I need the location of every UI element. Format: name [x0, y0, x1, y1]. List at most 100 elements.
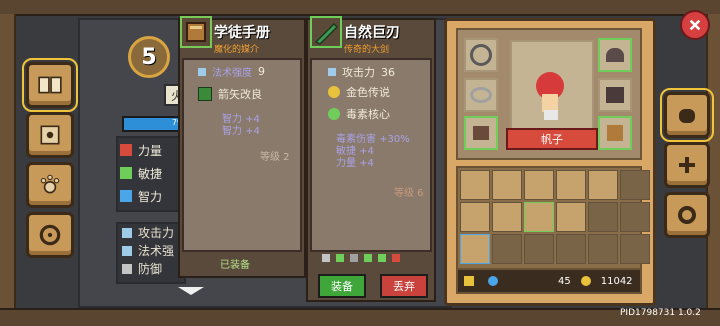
close-button[interactable]	[680, 10, 710, 40]
side-tab-crafting[interactable]	[664, 142, 710, 188]
substat-label: 防御	[138, 262, 163, 276]
inventory-slot[interactable]	[588, 202, 618, 232]
sword-icon	[328, 68, 336, 76]
close-icon	[689, 19, 701, 31]
manual-book-icon	[186, 22, 206, 42]
stat-row-intelligence: 智力	[120, 186, 182, 206]
stat-label: 力量	[138, 143, 163, 158]
item-icon-frame	[180, 16, 212, 48]
skill-label: 毒素核心	[346, 108, 390, 121]
feather-icon	[120, 167, 132, 179]
nav-tab-skills[interactable]	[26, 112, 74, 158]
nav-tab-vehicle[interactable]	[26, 212, 74, 258]
discard-button[interactable]: 丢弃	[380, 274, 428, 298]
wand-icon	[122, 245, 132, 256]
sword-icon	[122, 227, 132, 238]
bottom-frame	[0, 308, 720, 326]
upgrade-icon[interactable]	[336, 254, 344, 262]
armor-icon	[606, 87, 624, 103]
side-tab-helmet[interactable]	[660, 88, 714, 142]
necklace-icon	[470, 44, 492, 66]
inventory-slot[interactable]	[524, 170, 554, 200]
action-icons-row	[322, 254, 420, 264]
slot-helmet[interactable]	[598, 38, 632, 72]
wand-icon	[198, 67, 206, 76]
book-small-icon	[607, 125, 623, 141]
shield-small-icon[interactable]	[350, 254, 358, 262]
inventory-slots	[460, 170, 650, 264]
character-name-plate: 帆子	[506, 128, 598, 150]
coin-icon	[580, 276, 591, 286]
main-attr-value: 9	[258, 65, 265, 78]
boots-icon	[473, 126, 489, 140]
fist-icon	[120, 144, 132, 156]
steering-wheel-icon	[39, 224, 61, 246]
inventory-slot[interactable]	[556, 202, 586, 232]
item-card-nature-blade: 自然巨刃 传奇的大剑 攻击力 36 金色传说 毒素核心 毒素伤害 +30% 敏捷…	[306, 16, 436, 302]
inventory-slot[interactable]	[460, 234, 490, 264]
inventory-slot[interactable]	[556, 170, 586, 200]
nav-tab-book[interactable]	[22, 58, 78, 112]
hero-sprite-icon	[536, 72, 564, 120]
green-blade-icon	[314, 22, 339, 45]
skill-label: 箭矢改良	[218, 88, 262, 101]
sword-small-icon[interactable]	[322, 254, 330, 262]
main-attr-label: 法术强度	[212, 68, 252, 79]
chevron-up-icon[interactable]	[364, 254, 372, 262]
side-tab-settings[interactable]	[664, 192, 710, 238]
ring-icon	[470, 87, 492, 103]
skill-row: 金色传说	[328, 84, 390, 100]
shield-icon	[122, 263, 132, 274]
inventory-slot[interactable]	[556, 234, 586, 264]
main-attr-row: 攻击力 36	[328, 64, 395, 80]
hammer-icon	[679, 157, 695, 173]
slot-necklace[interactable]	[464, 38, 498, 72]
top-frame	[0, 0, 720, 16]
helmet-icon	[606, 48, 624, 62]
inventory-slot[interactable]	[460, 202, 490, 232]
inventory-slot[interactable]	[620, 170, 650, 200]
slot-armor[interactable]	[598, 78, 632, 112]
slot-boots[interactable]	[464, 116, 498, 150]
substat-row-defense: 防御	[122, 260, 162, 277]
inventory-slot[interactable]	[588, 234, 618, 264]
main-attr-value: 36	[381, 65, 395, 79]
inventory-slot[interactable]	[620, 202, 650, 232]
inventory-slot[interactable]	[524, 234, 554, 264]
stat-label: 智力	[138, 189, 163, 204]
main-attr-label: 攻击力	[342, 66, 375, 79]
bonus-line: 智力 +4	[222, 126, 260, 137]
slot-ring[interactable]	[464, 78, 498, 112]
substat-row-attack: 攻击力	[122, 224, 174, 241]
inventory-slot[interactable]	[492, 170, 522, 200]
level-label: 等级 6	[394, 188, 424, 199]
nav-tab-pets[interactable]	[26, 162, 74, 208]
slot-offhand[interactable]	[598, 116, 632, 150]
gear-icon	[678, 206, 696, 224]
equipped-label: 已装备	[220, 260, 250, 271]
inventory-slot[interactable]	[620, 234, 650, 264]
inventory-slot[interactable]	[588, 170, 618, 200]
item-icon-frame	[310, 16, 342, 48]
inventory-slot[interactable]	[492, 234, 522, 264]
level-label: 等级 2	[260, 152, 290, 163]
lock-icon[interactable]	[464, 276, 474, 286]
scroll-down-arrow[interactable]	[176, 282, 206, 295]
stat-label: 敏捷	[138, 166, 163, 181]
skill-row: 箭矢改良	[198, 86, 262, 102]
stat-row-agility: 敏捷	[120, 163, 182, 183]
skill-row: 毒素核心	[328, 106, 390, 122]
stat-row-strength: 力量	[120, 140, 182, 160]
inventory-slot[interactable]	[524, 202, 554, 232]
equip-button[interactable]: 装备	[318, 274, 366, 298]
plus-icon[interactable]	[378, 254, 386, 262]
left-frame	[0, 14, 16, 308]
heart-icon[interactable]	[392, 254, 400, 262]
puzzle-icon	[40, 125, 60, 145]
poison-icon	[328, 108, 340, 120]
inventory-slot[interactable]	[492, 202, 522, 232]
gem-icon	[488, 276, 498, 286]
xp-bar: 79	[122, 116, 186, 132]
open-book-icon	[38, 76, 62, 94]
inventory-slot[interactable]	[460, 170, 490, 200]
